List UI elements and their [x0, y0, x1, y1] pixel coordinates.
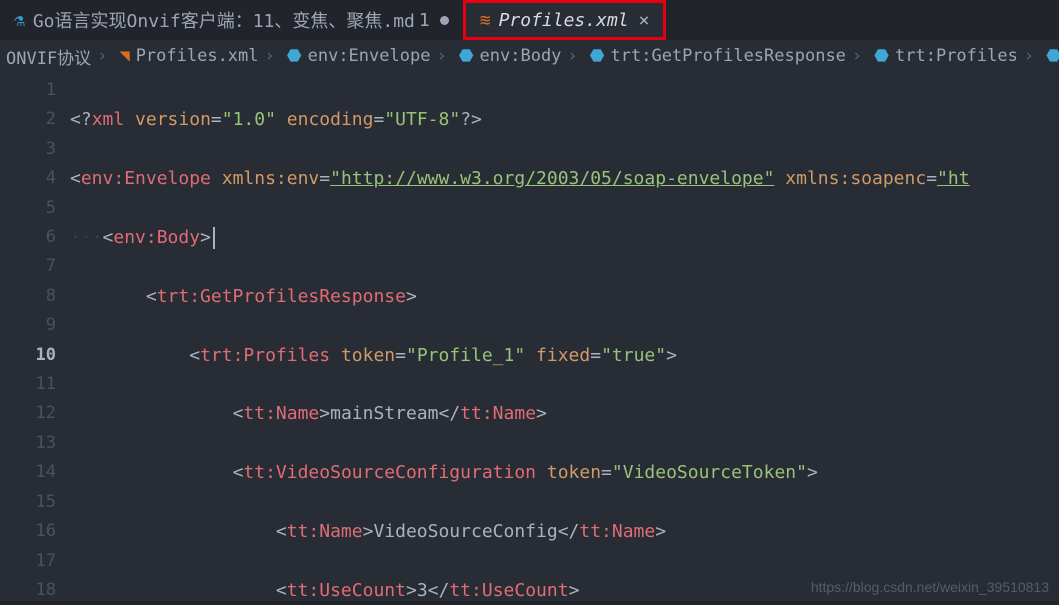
- crumb-response[interactable]: ⬣ trt:GetProfilesResponse›: [590, 46, 869, 66]
- tab-suffix: 1: [419, 10, 430, 31]
- rss-icon: ≋: [480, 10, 491, 31]
- flask-icon: ⚗: [14, 10, 25, 31]
- line-number: 9: [0, 311, 56, 340]
- code-area[interactable]: <?xml version="1.0" encoding="UTF-8"?> <…: [70, 72, 1059, 601]
- code-editor[interactable]: 123456789101112131415161718 <?xml versio…: [0, 72, 1059, 601]
- breadcrumb: ONVIF协议› ◥ Profiles.xml› ⬣ env:Envelope›…: [0, 40, 1059, 72]
- line-number: 16: [0, 517, 56, 546]
- line-number: 7: [0, 252, 56, 281]
- cube-icon: ⬣: [590, 46, 605, 66]
- crumb-vi[interactable]: ⬣ tt:Vi: [1046, 46, 1059, 66]
- line-number: 15: [0, 488, 56, 517]
- crumb-profiles[interactable]: ⬣ trt:Profiles›: [874, 46, 1040, 66]
- line-number: 1: [0, 76, 56, 105]
- cube-icon: ⬣: [287, 46, 302, 66]
- code-line: <?xml version="1.0" encoding="UTF-8"?>: [70, 105, 1059, 134]
- editor-tabs: ⚗ Go语言实现Onvif客户端：11、变焦、聚焦.md 1 ≋ Profile…: [0, 0, 1059, 40]
- code-line: <trt:GetProfilesResponse>: [70, 282, 1059, 311]
- code-line: <env:Envelope xmlns:env="http://www.w3.o…: [70, 164, 1059, 193]
- crumb-root[interactable]: ONVIF协议›: [6, 44, 113, 69]
- line-number: 8: [0, 282, 56, 311]
- tab-label: Profiles.xml: [499, 10, 629, 31]
- watermark: https://blog.csdn.net/weixin_39510813: [811, 579, 1049, 595]
- code-line: <trt:Profiles token="Profile_1" fixed="t…: [70, 341, 1059, 370]
- line-number: 4: [0, 164, 56, 193]
- tab-label: Go语言实现Onvif客户端：11、变焦、聚焦.md: [33, 7, 415, 33]
- line-number: 13: [0, 429, 56, 458]
- line-number: 11: [0, 370, 56, 399]
- tab-go-md[interactable]: ⚗ Go语言实现Onvif客户端：11、变焦、聚焦.md 1: [0, 0, 463, 40]
- code-line: ···<env:Body>: [70, 223, 1059, 252]
- text-cursor-icon: [213, 227, 215, 249]
- line-number: 2: [0, 105, 56, 134]
- tab-profiles-xml[interactable]: ≋ Profiles.xml ×: [463, 0, 667, 40]
- line-number: 10: [0, 341, 56, 370]
- line-number: 3: [0, 135, 56, 164]
- code-line: <tt:Name>VideoSourceConfig</tt:Name>: [70, 517, 1059, 546]
- crumb-body[interactable]: ⬣ env:Body›: [459, 46, 584, 66]
- line-number: 14: [0, 458, 56, 487]
- close-icon[interactable]: ×: [639, 10, 650, 31]
- code-line: <tt:VideoSourceConfiguration token="Vide…: [70, 458, 1059, 487]
- line-number: 6: [0, 223, 56, 252]
- cube-icon: ⬣: [874, 46, 889, 66]
- crumb-file[interactable]: ◥ Profiles.xml›: [119, 46, 280, 66]
- line-number-gutter: 123456789101112131415161718: [0, 72, 70, 601]
- cube-icon: ⬣: [1046, 46, 1059, 66]
- code-line: <tt:Name>mainStream</tt:Name>: [70, 399, 1059, 428]
- line-number: 17: [0, 547, 56, 576]
- crumb-envelope[interactable]: ⬣ env:Envelope›: [287, 46, 453, 66]
- modified-dot-icon: [440, 16, 449, 25]
- rss-icon: ◥: [119, 46, 129, 66]
- line-number: 12: [0, 399, 56, 428]
- line-number: 5: [0, 194, 56, 223]
- cube-icon: ⬣: [459, 46, 474, 66]
